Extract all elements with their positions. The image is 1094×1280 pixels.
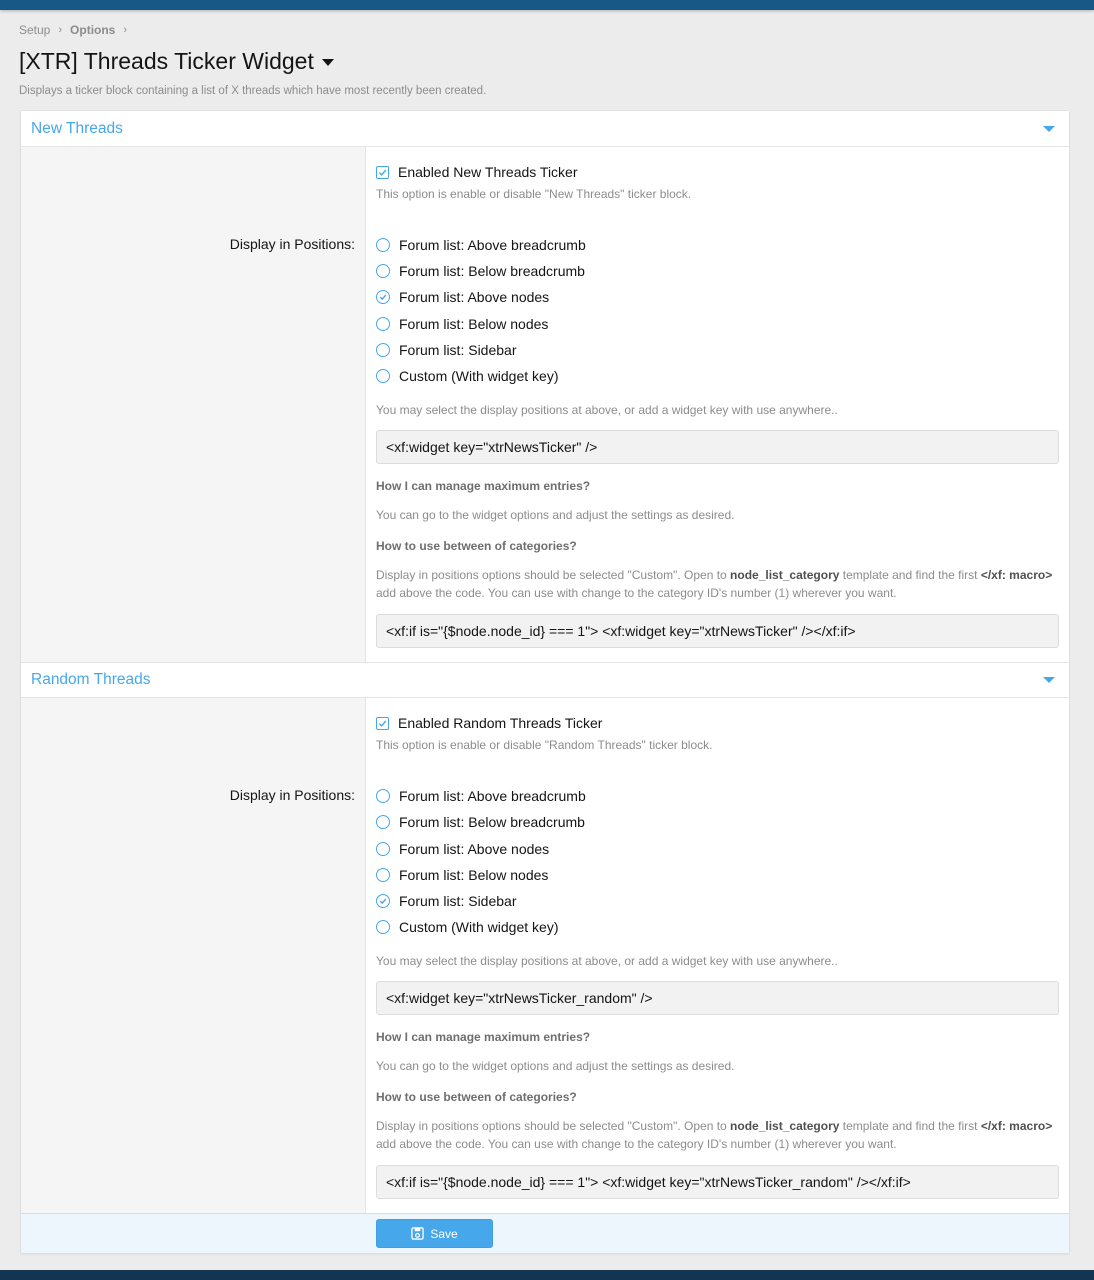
breadcrumb: Setup › Options › xyxy=(19,23,127,37)
section-title: Random Threads xyxy=(31,671,151,689)
save-icon xyxy=(411,1227,425,1240)
breadcrumb-setup[interactable]: Setup xyxy=(19,23,50,37)
faq-answer: Display in positions options should be s… xyxy=(376,1119,1053,1152)
radio-checked-icon[interactable] xyxy=(376,893,390,908)
widget-key-code[interactable]: <xf:widget key="xtrNewsTicker_random" /> xyxy=(376,981,1059,1016)
radio-unchecked-icon[interactable] xyxy=(376,316,390,331)
faq-answer: You can go to the widget options and adj… xyxy=(376,1059,735,1074)
radio-unchecked-icon[interactable] xyxy=(376,342,390,357)
positions-radio-list: Forum list: Above breadcrumb Forum list:… xyxy=(376,232,1059,389)
row-label-column: Display in Positions: xyxy=(21,147,366,663)
chevron-right-icon: › xyxy=(58,24,63,36)
enable-hint: This option is enable or disable "New Th… xyxy=(376,187,692,201)
form-footer: Save xyxy=(21,1213,1069,1254)
section-body-new-threads: Display in Positions: Enabled New Thread… xyxy=(21,147,1069,663)
category-code[interactable]: <xf:if is="{$node.node_id} === 1"> <xf:w… xyxy=(376,1165,1059,1200)
position-option-label: Forum list: Above nodes xyxy=(399,289,550,306)
radio-unchecked-icon[interactable] xyxy=(376,815,390,830)
collapse-caret-icon[interactable] xyxy=(1043,125,1055,132)
positions-hint: You may select the display positions at … xyxy=(376,954,838,969)
page-title-text: [XTR] Threads Ticker Widget xyxy=(19,48,314,74)
radio-unchecked-icon[interactable] xyxy=(376,789,390,804)
radio-checked-icon[interactable] xyxy=(376,290,390,305)
position-option-label: Forum list: Below breadcrumb xyxy=(399,814,585,831)
position-option[interactable]: Forum list: Sidebar xyxy=(376,888,1059,914)
position-option-label: Custom (With widget key) xyxy=(399,368,559,385)
position-option-label: Forum list: Above nodes xyxy=(399,840,550,857)
position-option[interactable]: Forum list: Above breadcrumb xyxy=(376,783,1059,809)
save-label: Save xyxy=(430,1226,458,1241)
position-option[interactable]: Custom (With widget key) xyxy=(376,914,1059,940)
row-content: Enabled Random Threads Ticker This optio… xyxy=(366,698,1069,1213)
radio-unchecked-icon[interactable] xyxy=(376,867,390,882)
position-option-label: Forum list: Below nodes xyxy=(399,315,549,332)
page-title[interactable]: [XTR] Threads Ticker Widget xyxy=(19,48,334,75)
top-nav-bar xyxy=(0,0,1094,10)
position-option-label: Forum list: Sidebar xyxy=(399,892,517,909)
checkbox-checked-icon[interactable] xyxy=(376,716,389,730)
section-title: New Threads xyxy=(31,119,123,137)
position-option-label: Forum list: Above breadcrumb xyxy=(399,788,586,805)
position-option-label: Custom (With widget key) xyxy=(399,919,559,936)
position-option[interactable]: Forum list: Sidebar xyxy=(376,337,1059,363)
position-option-label: Forum list: Below nodes xyxy=(399,866,549,883)
position-option[interactable]: Forum list: Below nodes xyxy=(376,862,1059,888)
positions-radio-list: Forum list: Above breadcrumb Forum list:… xyxy=(376,783,1059,940)
position-option-label: Forum list: Sidebar xyxy=(399,341,517,358)
enable-label: Enabled New Threads Ticker xyxy=(398,164,578,180)
section-header-random-threads[interactable]: Random Threads xyxy=(21,662,1069,699)
widget-key-code[interactable]: <xf:widget key="xtrNewsTicker" /> xyxy=(376,430,1059,465)
chevron-right-icon: › xyxy=(123,24,128,36)
enable-hint: This option is enable or disable "Random… xyxy=(376,738,713,753)
enable-label: Enabled Random Threads Ticker xyxy=(398,715,603,732)
radio-unchecked-icon[interactable] xyxy=(376,369,390,384)
row-content: Enabled New Threads Ticker This option i… xyxy=(366,147,1069,662)
positions-hint: You may select the display positions at … xyxy=(376,403,838,418)
positions-label: Display in Positions: xyxy=(229,236,355,252)
save-button[interactable]: Save xyxy=(376,1219,493,1249)
faq-answer: Display in positions options should be s… xyxy=(376,568,1053,601)
section-header-new-threads[interactable]: New Threads xyxy=(21,111,1069,147)
radio-unchecked-icon[interactable] xyxy=(376,920,390,935)
faq-answer: You can go to the widget options and adj… xyxy=(376,508,735,523)
radio-unchecked-icon[interactable] xyxy=(376,264,390,279)
enable-checkbox-row[interactable]: Enabled New Threads Ticker xyxy=(376,161,1059,183)
page-description: Displays a ticker block containing a lis… xyxy=(19,85,487,97)
position-option[interactable]: Forum list: Above nodes xyxy=(376,836,1059,862)
section-body-random-threads: Display in Positions: Enabled Random Thr… xyxy=(21,698,1069,1214)
position-option-label: Forum list: Above breadcrumb xyxy=(399,237,586,254)
faq-question: How I can manage maximum entries? xyxy=(376,1030,591,1045)
options-form: New Threads Display in Positions: Enable… xyxy=(20,110,1070,1255)
position-option[interactable]: Forum list: Above breadcrumb xyxy=(376,232,1059,258)
faq-question: How to use between of categories? xyxy=(376,539,577,554)
faq-question: How I can manage maximum entries? xyxy=(376,479,591,494)
caret-down-icon[interactable] xyxy=(321,59,334,66)
enable-checkbox-row[interactable]: Enabled Random Threads Ticker xyxy=(376,712,1059,734)
position-option[interactable]: Forum list: Below breadcrumb xyxy=(376,258,1059,284)
row-label-column: Display in Positions: xyxy=(21,698,366,1214)
radio-unchecked-icon[interactable] xyxy=(376,238,390,253)
position-option-label: Forum list: Below breadcrumb xyxy=(399,263,585,280)
position-option[interactable]: Forum list: Above nodes xyxy=(376,284,1059,310)
faq-question: How to use between of categories? xyxy=(376,1090,577,1105)
position-option[interactable]: Forum list: Below nodes xyxy=(376,311,1059,337)
position-option[interactable]: Custom (With widget key) xyxy=(376,363,1059,389)
checkbox-checked-icon[interactable] xyxy=(376,165,389,179)
radio-unchecked-icon[interactable] xyxy=(376,841,390,856)
category-code[interactable]: <xf:if is="{$node.node_id} === 1"> <xf:w… xyxy=(376,614,1059,649)
position-option[interactable]: Forum list: Below breadcrumb xyxy=(376,809,1059,835)
positions-label: Display in Positions: xyxy=(229,787,355,804)
bottom-bar xyxy=(0,1270,1094,1280)
collapse-caret-icon[interactable] xyxy=(1043,677,1055,684)
breadcrumb-options[interactable]: Options xyxy=(70,23,115,37)
